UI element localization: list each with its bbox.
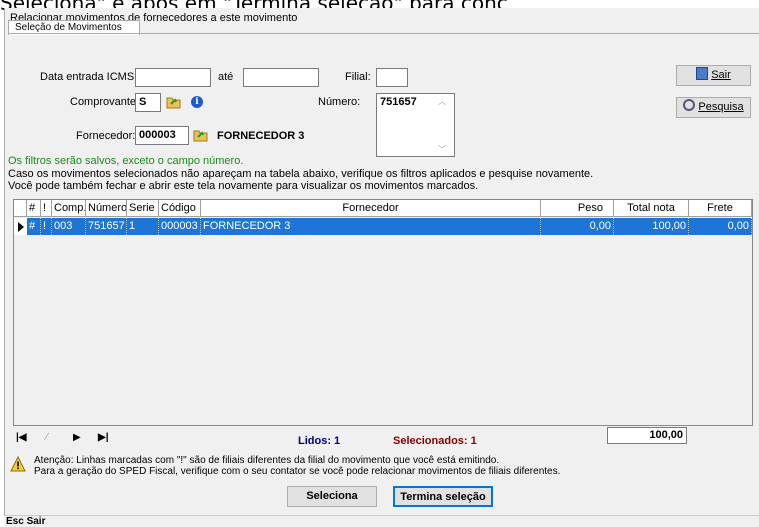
pesquisa-label: Pesquisa (698, 101, 744, 113)
table-cell[interactable]: 751657 (86, 218, 127, 235)
comprovante-label: Comprovante: (70, 96, 140, 108)
exit-door-icon (696, 67, 709, 80)
table-header-cell[interactable]: Frete (689, 200, 752, 217)
pesquisa-button[interactable]: Pesquisa (676, 97, 751, 118)
table-header-cell[interactable]: Comp. (52, 200, 86, 217)
table-cell[interactable]: 100,00 (614, 218, 689, 235)
table-header-cell[interactable]: Serie (127, 200, 159, 217)
table-cell[interactable]: FORNECEDOR 3 (201, 218, 541, 235)
table-header-cell[interactable]: Peso (541, 200, 614, 217)
filial-input[interactable] (376, 68, 408, 87)
seleciona-button[interactable]: Seleciona (287, 486, 377, 507)
termina-selecao-button[interactable]: Termina seleção (393, 486, 493, 507)
table-header-cell[interactable]: Código (159, 200, 201, 217)
scroll-up-icon[interactable]: ︿ (438, 96, 446, 107)
table-cell[interactable]: 003 (52, 218, 86, 235)
data-entrada-label: Data entrada ICMS: (40, 71, 138, 83)
movements-table[interactable]: # ! Comp. Número Serie Código Fornecedor… (13, 199, 753, 426)
selecionados-count: Selecionados: 1 (393, 435, 477, 447)
warning-icon (10, 455, 26, 475)
info-icon[interactable]: i (191, 96, 203, 108)
first-record-icon[interactable]: |◀ (16, 432, 27, 443)
tab-divider (8, 33, 759, 34)
warning-line1: Atenção: Linhas marcadas com "!" são de … (34, 455, 500, 466)
info-message-line1: Caso os movimentos selecionados não apar… (8, 168, 594, 180)
fornecedor-label: Fornecedor: (76, 130, 136, 142)
status-text: Esc Sair (6, 516, 46, 527)
table-cell[interactable]: 1 (127, 218, 159, 235)
lidos-count: Lidos: 1 (298, 435, 341, 447)
data-entrada-input[interactable] (135, 68, 211, 87)
open-folder-icon[interactable] (166, 95, 182, 109)
next-record-icon[interactable]: ▶ (73, 432, 81, 443)
prior-record-icon[interactable]: ⁄ (46, 432, 48, 443)
status-bar: Esc Sair (4, 515, 759, 527)
table-header-cell[interactable]: ! (41, 200, 52, 217)
ate-label: até (218, 71, 234, 83)
table-header-cell[interactable]: Fornecedor (201, 200, 541, 217)
table-cell[interactable]: 0,00 (689, 218, 752, 235)
table-header-cell[interactable]: Total nota (614, 200, 689, 217)
sair-label: Sair (711, 69, 731, 81)
current-row-arrow-icon (18, 222, 24, 232)
comprovante-input[interactable]: S (135, 93, 161, 112)
scroll-down-icon[interactable]: ﹀ (438, 144, 446, 155)
table-header-cell[interactable]: # (27, 200, 41, 217)
sair-button[interactable]: Sair (676, 65, 751, 86)
table-cell[interactable]: 000003 (159, 218, 201, 235)
table-cell[interactable]: # (27, 218, 41, 235)
numero-label: Número: (318, 96, 361, 108)
fornecedor-name: FORNECEDOR 3 (217, 130, 305, 142)
magnifier-icon (683, 99, 696, 111)
filters-saved-message: Os filtros serão salvos, exceto o campo … (8, 155, 244, 167)
table-header-cell[interactable]: Número (86, 200, 127, 217)
ate-input[interactable] (243, 68, 319, 87)
info-message-line2: Você pode também fechar e abrir este tel… (8, 180, 479, 192)
filial-label: Filial: (345, 71, 371, 83)
table-header-indicator (14, 200, 27, 217)
table-cell[interactable]: 0,00 (541, 218, 614, 235)
last-record-icon[interactable]: ▶| (98, 432, 109, 443)
fornecedor-input[interactable]: 000003 (135, 126, 189, 145)
total-field: 100,00 (607, 427, 687, 444)
table-cell[interactable]: ! (41, 218, 52, 235)
open-folder-icon[interactable] (193, 128, 209, 142)
row-indicator[interactable] (14, 218, 27, 235)
warning-line2: Para a geração do SPED Fiscal, verifique… (34, 466, 561, 477)
